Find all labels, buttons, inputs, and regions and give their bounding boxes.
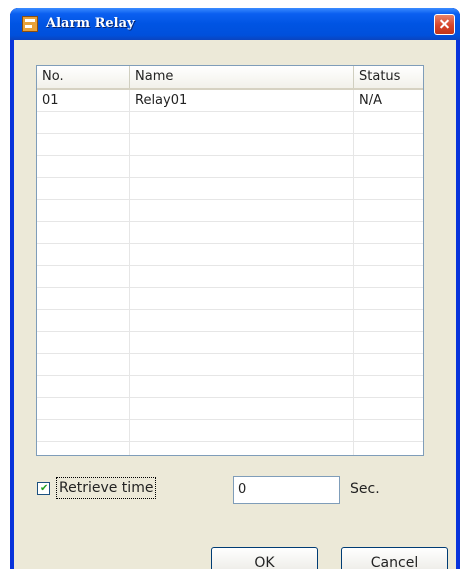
cell-status: N/A <box>359 93 382 108</box>
retrieve-time-checkbox[interactable]: ✔ <box>37 482 50 495</box>
list-body[interactable]: 01 Relay01 N/A <box>37 90 423 455</box>
list-header: No. Name Status <box>37 66 423 90</box>
retrieve-time-input[interactable]: 0 <box>233 476 340 504</box>
app-icon <box>22 16 38 32</box>
dialog-body: No. Name Status 01 Relay01 N/A ✔ Retriev… <box>14 40 456 569</box>
column-header-no[interactable]: No. <box>37 66 130 88</box>
title-bar[interactable]: Alarm Relay <box>10 8 460 40</box>
table-row[interactable]: 01 Relay01 N/A <box>37 90 423 112</box>
ok-button[interactable]: OK <box>211 547 318 569</box>
alarm-relay-window: Alarm Relay No. Name Status 01 Relay01 N… <box>10 8 460 569</box>
window-title: Alarm Relay <box>46 16 135 31</box>
column-header-name[interactable]: Name <box>130 66 354 88</box>
relay-list[interactable]: No. Name Status 01 Relay01 N/A <box>36 65 424 456</box>
retrieve-time-label[interactable]: Retrieve time <box>56 477 157 499</box>
cancel-button[interactable]: Cancel <box>341 547 448 569</box>
checkmark-icon: ✔ <box>40 483 49 494</box>
column-header-status[interactable]: Status <box>354 66 423 88</box>
seconds-unit-label: Sec. <box>350 481 380 497</box>
cell-name: Relay01 <box>135 93 188 108</box>
cell-no: 01 <box>42 93 59 108</box>
close-icon[interactable] <box>434 14 455 35</box>
